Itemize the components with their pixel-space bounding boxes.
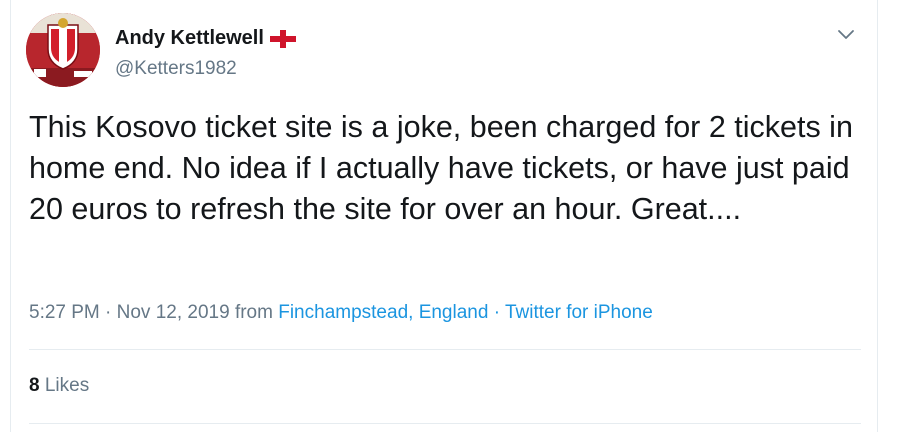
tweet-text: This Kosovo ticket site is a joke, been … (29, 110, 862, 226)
divider (29, 349, 861, 350)
client-link[interactable]: Twitter for iPhone (505, 302, 653, 323)
tweet-card: Andy Kettlewell @Ketters1982 This Kosovo… (10, 0, 878, 432)
timestamp[interactable]: 5:27 PM · Nov 12, 2019 (29, 302, 230, 323)
meta-separator: · (493, 302, 501, 323)
likes-label: Likes (44, 375, 90, 396)
likes-count: 8 (29, 375, 40, 396)
display-name[interactable]: Andy Kettlewell (115, 27, 264, 50)
avatar-image (26, 13, 100, 87)
chevron-down-icon[interactable] (835, 24, 857, 46)
tweet-metadata: 5:27 PM · Nov 12, 2019 from Finchampstea… (29, 302, 653, 324)
author-name-row: Andy Kettlewell (115, 27, 296, 50)
from-label: from (234, 302, 273, 323)
location-link[interactable]: Finchampstead, England (278, 302, 488, 323)
divider (29, 423, 861, 424)
likes-link[interactable]: 8 Likes (29, 375, 89, 397)
user-handle[interactable]: @Ketters1982 (115, 58, 237, 80)
avatar[interactable] (26, 13, 100, 87)
england-flag-icon (269, 29, 296, 48)
